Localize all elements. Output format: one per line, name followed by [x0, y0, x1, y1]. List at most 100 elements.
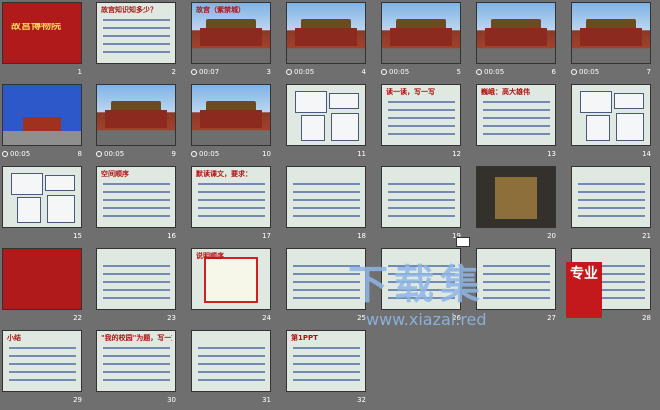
slide-thumbnail[interactable]: 故宫博物院 1 [2, 2, 82, 82]
slide-number: 10 [262, 150, 271, 158]
slide-thumbnail[interactable]: 故宫（紫禁城） 00:07 3 [191, 2, 271, 82]
diagram-box [301, 115, 325, 141]
slide-thumbnail[interactable]: 31 [191, 330, 271, 410]
slide-timing: 00:07 [191, 68, 219, 76]
slide-number: 4 [361, 68, 366, 76]
text-line [483, 265, 550, 267]
slide-number: 31 [262, 396, 271, 404]
clock-icon [2, 151, 8, 157]
slide-thumbnail[interactable]: 00:05 5 [381, 2, 461, 82]
slide-timing: 00:05 [476, 68, 504, 76]
slide-number: 2 [171, 68, 176, 76]
text-line [388, 133, 455, 135]
text-line [103, 27, 170, 29]
slide-thumbnail[interactable]: 00:05 4 [286, 2, 366, 82]
roof-shape [301, 19, 351, 28]
text-line [483, 133, 550, 135]
diagram-box [329, 93, 359, 109]
text-line [103, 371, 170, 373]
slide-title: 读一读，写一写 [386, 88, 435, 96]
diagram-box [580, 91, 612, 113]
roof-shape [491, 19, 541, 28]
slide-number: 23 [167, 314, 176, 322]
slide-thumbnail[interactable]: 第1PPT 32 [286, 330, 366, 410]
slide-title: "我的校园"为题，写一篇说明文。 [101, 334, 172, 342]
slide-title: 空间顺序 [101, 170, 129, 178]
slide-number: 29 [73, 396, 82, 404]
text-line [103, 191, 170, 193]
slide-thumbnail[interactable]: 18 [286, 166, 366, 246]
slide-thumbnail[interactable]: 默读课文，要求： 17 [191, 166, 271, 246]
slide-thumbnail[interactable]: 26 [381, 248, 461, 328]
text-line [293, 355, 360, 357]
text-line [578, 215, 645, 217]
slide-thumbnail[interactable]: 25 [286, 248, 366, 328]
text-line [483, 101, 550, 103]
slide-thumbnail[interactable]: 15 [2, 166, 82, 246]
diagram-box [586, 115, 610, 141]
slide-thumbnail[interactable]: 00:05 10 [191, 84, 271, 164]
text-line [103, 199, 170, 201]
wall-shape [485, 28, 547, 46]
slide-thumbnail[interactable]: 故宫知识知多少？ 2 [96, 2, 176, 82]
text-line [293, 191, 360, 193]
text-line [198, 371, 265, 373]
roof-shape [111, 101, 161, 110]
slide-timing: 00:05 [571, 68, 599, 76]
slide-thumbnail[interactable]: 00:05 9 [96, 84, 176, 164]
slide-thumbnail[interactable]: 21 [571, 166, 651, 246]
text-line [388, 273, 455, 275]
text-line [103, 281, 170, 283]
diagram-box [616, 113, 644, 141]
slide-number: 20 [547, 232, 556, 240]
slide-thumbnail[interactable]: 00:05 8 [2, 84, 82, 164]
slide-preview: 故宫（紫禁城） [191, 2, 271, 64]
text-line [198, 355, 265, 357]
text-line [578, 199, 645, 201]
diagram-box [331, 113, 359, 141]
ground-shape [3, 131, 81, 145]
text-line [388, 109, 455, 111]
slide-preview: 说明顺序 [191, 248, 271, 310]
slide-number: 26 [452, 314, 461, 322]
timing-label: 00:05 [199, 150, 220, 158]
text-line [293, 289, 360, 291]
slide-preview [96, 248, 176, 310]
slide-thumbnail[interactable]: 14 [571, 84, 651, 164]
wall-shape [295, 28, 357, 46]
slide-thumbnail[interactable]: 说明顺序 24 [191, 248, 271, 328]
diagram-box [47, 195, 75, 223]
slide-number: 5 [456, 68, 461, 76]
timing-label: 00:05 [10, 150, 31, 158]
text-line [483, 281, 550, 283]
text-line [388, 297, 455, 299]
slide-thumbnail[interactable]: "我的校园"为题，写一篇说明文。 30 [96, 330, 176, 410]
clock-icon [96, 151, 102, 157]
slide-thumbnail[interactable]: 小结 29 [2, 330, 82, 410]
timing-label: 00:05 [104, 150, 125, 158]
slide-thumbnail[interactable]: 00:05 7 [571, 2, 651, 82]
timing-label: 00:05 [294, 68, 315, 76]
tower-shape [23, 117, 61, 131]
wall-shape [580, 28, 642, 46]
diagram-box [11, 173, 43, 195]
text-line [103, 363, 170, 365]
slide-thumbnail[interactable]: 19 [381, 166, 461, 246]
slide-preview [2, 248, 82, 310]
slide-thumbnail[interactable]: 20 [476, 166, 556, 246]
slide-thumbnail[interactable]: 00:05 6 [476, 2, 556, 82]
slide-thumbnail[interactable]: 巍峨：高大雄伟 13 [476, 84, 556, 164]
slide-thumbnail[interactable]: 27 [476, 248, 556, 328]
slide-thumbnail[interactable]: 空间顺序 16 [96, 166, 176, 246]
text-line [483, 273, 550, 275]
text-line [198, 363, 265, 365]
text-line [388, 289, 455, 291]
slide-thumbnail[interactable]: 11 [286, 84, 366, 164]
slide-thumbnail[interactable]: 23 [96, 248, 176, 328]
slide-thumbnail[interactable]: 读一读，写一写 12 [381, 84, 461, 164]
text-line [198, 191, 265, 193]
text-line [293, 297, 360, 299]
slide-thumbnail[interactable]: 22 [2, 248, 82, 328]
slide-preview [571, 84, 651, 146]
text-line [388, 281, 455, 283]
